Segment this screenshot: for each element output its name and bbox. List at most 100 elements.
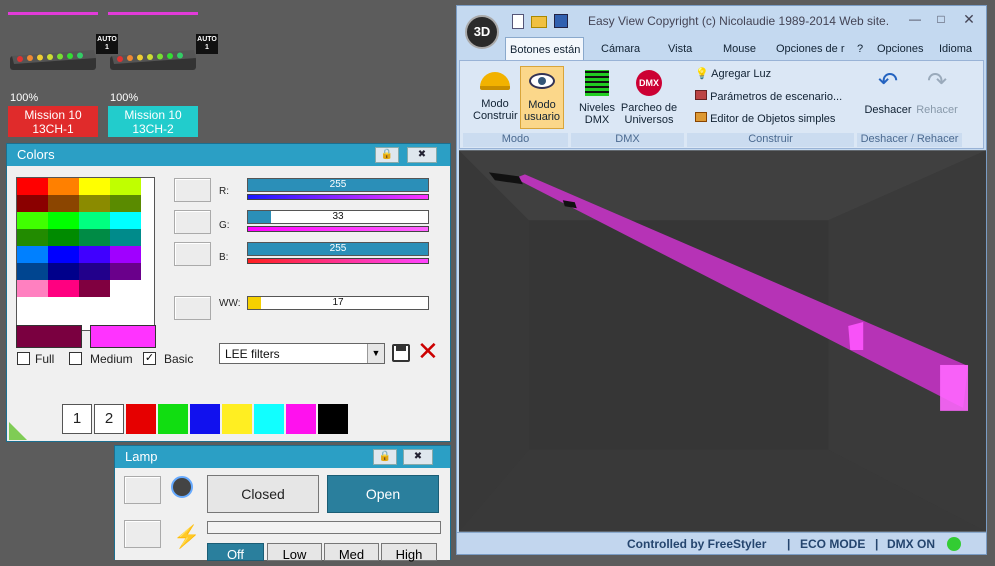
swatch[interactable]	[17, 280, 48, 297]
app-logo[interactable]: 3D	[465, 15, 499, 49]
swatch[interactable]	[110, 263, 141, 280]
maximize-button[interactable]: □	[930, 12, 952, 28]
close-icon[interactable]: ✕	[955, 11, 983, 29]
lock-icon[interactable]: 🔒	[375, 147, 399, 163]
swatch[interactable]	[17, 212, 48, 229]
save-icon[interactable]	[554, 14, 568, 28]
fixture-2[interactable]: AUTO 1 100% Mission 10 13CH-2	[108, 12, 218, 137]
preset-2-button[interactable]: 2	[94, 404, 124, 434]
status-bar: Controlled by FreeStyler | ECO MODE | DM…	[457, 532, 986, 554]
modo-construir-button[interactable]: Modo Construir	[473, 66, 518, 128]
tab-camara[interactable]: Cámara	[601, 39, 640, 59]
swatch[interactable]	[17, 229, 48, 246]
red-preset-button[interactable]	[174, 178, 211, 202]
niveles-dmx-button[interactable]: Niveles DMX	[577, 66, 617, 128]
swatch[interactable]	[110, 195, 141, 212]
swatch[interactable]	[110, 229, 141, 246]
slider-label-r: R:	[219, 186, 229, 197]
palette-yellow[interactable]	[222, 404, 252, 434]
palette-red[interactable]	[126, 404, 156, 434]
lamp-high-button[interactable]: High	[381, 543, 437, 562]
swatch[interactable]	[79, 263, 110, 280]
rehacer-button[interactable]: ↷ Rehacer	[912, 66, 962, 128]
swatch[interactable]	[79, 246, 110, 263]
lamp-panel-titlebar[interactable]: Lamp 🔒 ✖	[115, 446, 450, 468]
tab-vista[interactable]: Vista	[668, 39, 692, 59]
palette-cyan[interactable]	[254, 404, 284, 434]
fixture-label[interactable]: Mission 10 13CH-1	[8, 106, 98, 137]
open-button[interactable]: Open	[327, 475, 439, 513]
deshacer-button[interactable]: ↶ Deshacer	[861, 66, 915, 128]
editor-item[interactable]: Editor de Objetos simples	[695, 112, 835, 125]
lamp-med-button[interactable]: Med	[324, 543, 379, 562]
save-icon[interactable]	[392, 344, 410, 362]
current-color[interactable]	[16, 325, 82, 348]
opciones-menu[interactable]: Opciones	[877, 39, 923, 59]
ww-preset-button[interactable]	[174, 296, 211, 320]
palette-blue[interactable]	[190, 404, 220, 434]
minimize-button[interactable]: —	[904, 12, 926, 28]
resize-grip-icon[interactable]	[9, 422, 27, 440]
new-file-icon[interactable]	[512, 14, 524, 29]
3d-viewport[interactable]	[459, 150, 986, 532]
swatch[interactable]	[48, 195, 79, 212]
shutter-preset-button[interactable]	[124, 476, 161, 504]
palette-black[interactable]	[318, 404, 348, 434]
palette-green[interactable]	[158, 404, 188, 434]
blue-slider[interactable]: 255	[247, 242, 429, 256]
parcheo-button[interactable]: DMX Parcheo de Universos	[620, 66, 678, 128]
lamp-level-bar[interactable]	[207, 521, 441, 534]
swatch[interactable]	[17, 178, 48, 195]
swatch[interactable]	[110, 212, 141, 229]
swatch[interactable]	[79, 229, 110, 246]
lamp-off-button[interactable]: Off	[207, 543, 264, 562]
delete-icon[interactable]: ✕	[417, 338, 439, 364]
swatch[interactable]	[48, 246, 79, 263]
swatch[interactable]	[110, 246, 141, 263]
basic-checkbox[interactable]: ✓	[143, 352, 156, 365]
full-checkbox[interactable]	[17, 352, 30, 365]
swatch[interactable]	[110, 178, 141, 195]
swatch[interactable]	[17, 246, 48, 263]
help-menu[interactable]: ?	[857, 39, 863, 59]
green-preset-button[interactable]	[174, 210, 211, 234]
swatch[interactable]	[17, 195, 48, 212]
open-folder-icon[interactable]	[531, 16, 547, 28]
closed-button[interactable]: Closed	[207, 475, 319, 513]
fixture-label[interactable]: Mission 10 13CH-2	[108, 106, 198, 137]
lock-icon[interactable]: 🔒	[373, 449, 397, 465]
swatch[interactable]	[79, 280, 110, 297]
tab-mouse[interactable]: Mouse	[723, 39, 756, 59]
swatch[interactable]	[48, 263, 79, 280]
swatch[interactable]	[17, 263, 48, 280]
close-icon[interactable]: ✖	[403, 449, 433, 465]
fixture-1[interactable]: AUTO 1 100% Mission 10 13CH-1	[8, 12, 118, 137]
modo-usuario-button[interactable]: Modo usuario	[520, 66, 564, 129]
swatch[interactable]	[79, 195, 110, 212]
green-slider[interactable]: 33	[247, 210, 429, 224]
lamp-preset-button[interactable]	[124, 520, 161, 548]
tab-botones[interactable]: Botones están	[505, 37, 584, 61]
swatch[interactable]	[48, 229, 79, 246]
swatch[interactable]	[79, 212, 110, 229]
filter-select[interactable]: LEE filters ▼	[219, 343, 385, 364]
agregar-luz-item[interactable]: 💡 Agregar Luz	[695, 67, 771, 80]
swatch[interactable]	[48, 178, 79, 195]
idioma-menu[interactable]: Idioma	[939, 39, 972, 59]
parametros-item[interactable]: Parámetros de escenario...	[695, 90, 842, 103]
ww-slider[interactable]: 17	[247, 296, 429, 310]
lamp-low-button[interactable]: Low	[267, 543, 322, 562]
preset-1-button[interactable]: 1	[62, 404, 92, 434]
blue-preset-button[interactable]	[174, 242, 211, 266]
target-color[interactable]	[90, 325, 156, 348]
swatch[interactable]	[48, 280, 79, 297]
colors-panel: Colors 🔒 ✖ R: 255 G: 33 B: 255 WW: 17 Fu…	[6, 143, 451, 442]
swatch[interactable]	[79, 178, 110, 195]
close-icon[interactable]: ✖	[407, 147, 437, 163]
red-slider[interactable]: 255	[247, 178, 429, 192]
colors-panel-titlebar[interactable]: Colors 🔒 ✖	[7, 144, 450, 166]
swatch[interactable]	[48, 212, 79, 229]
medium-checkbox[interactable]	[69, 352, 82, 365]
tab-opciones-render[interactable]: Opciones de r	[776, 39, 851, 59]
palette-magenta[interactable]	[286, 404, 316, 434]
